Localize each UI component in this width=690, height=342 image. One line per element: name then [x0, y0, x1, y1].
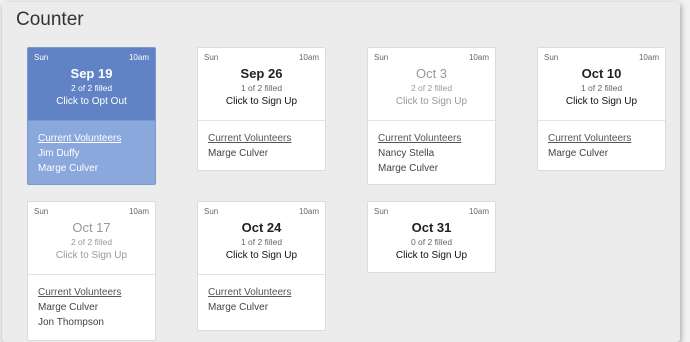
volunteer-name: Marge Culver: [38, 163, 99, 174]
shift-time: 10am: [638, 53, 659, 62]
shift-date: Oct 3: [415, 66, 448, 81]
shift-date: Oct 17: [72, 220, 111, 235]
shift-card-sep-26[interactable]: Sun 10am Sep 26 1 of 2 filled Click to S…: [197, 47, 326, 171]
volunteers-heading: Current Volunteers: [378, 133, 462, 144]
shift-day: Sun: [374, 207, 389, 216]
shift-filled-count: 1 of 2 filled: [240, 83, 283, 93]
volunteers-heading: Current Volunteers: [208, 133, 292, 144]
shift-filled-count: 2 of 2 filled: [70, 237, 113, 247]
shift-time: 10am: [128, 53, 149, 62]
volunteers-heading: Current Volunteers: [38, 133, 122, 144]
shift-day: Sun: [544, 53, 559, 62]
volunteer-name: Jim Duffy: [38, 148, 80, 159]
shift-card-oct-24[interactable]: Sun 10am Oct 24 1 of 2 filled Click to S…: [197, 201, 326, 331]
shift-date: Sep 26: [240, 66, 283, 81]
opt-out-link[interactable]: Click to Opt Out: [28, 96, 155, 107]
shift-day: Sun: [204, 207, 219, 216]
shift-time: 10am: [128, 207, 149, 216]
sign-up-link[interactable]: Click to Sign Up: [198, 96, 325, 107]
volunteer-list: Current Volunteers Marge Culver: [538, 121, 665, 161]
shift-date: Sep 19: [70, 66, 113, 81]
sign-up-link[interactable]: Click to Sign Up: [368, 96, 495, 107]
volunteer-list: Current Volunteers Marge Culver: [198, 275, 325, 315]
volunteer-name: Marge Culver: [208, 148, 269, 159]
shift-time: 10am: [298, 207, 319, 216]
shift-card-header: Sun 10am Sep 19 2 of 2 filled Click to O…: [28, 48, 155, 121]
volunteer-name: Jon Thompson: [38, 317, 104, 328]
volunteers-heading: Current Volunteers: [548, 133, 632, 144]
shift-day: Sun: [34, 53, 49, 62]
shift-card-header: Sun 10am Oct 10 1 of 2 filled Click to S…: [538, 48, 665, 121]
volunteer-name: Marge Culver: [208, 302, 269, 313]
sign-up-link[interactable]: Click to Sign Up: [28, 250, 155, 261]
volunteer-name: Marge Culver: [378, 163, 439, 174]
volunteer-name: Marge Culver: [38, 302, 99, 313]
shift-day: Sun: [204, 53, 219, 62]
shift-date: Oct 31: [411, 220, 452, 235]
page-title: Counter: [16, 9, 84, 30]
shift-time: 10am: [468, 53, 489, 62]
sign-up-link[interactable]: Click to Sign Up: [538, 96, 665, 107]
shift-filled-count: 2 of 2 filled: [410, 83, 453, 93]
shift-card-header: Sun 10am Oct 31 0 of 2 filled Click to S…: [368, 202, 495, 274]
counter-panel: Counter Sun 10am Sep 19 2 of 2 filled Cl…: [2, 2, 680, 342]
shift-time: 10am: [468, 207, 489, 216]
shift-date: Oct 24: [241, 220, 282, 235]
shift-filled-count: 1 of 2 filled: [240, 237, 283, 247]
sign-up-link[interactable]: Click to Sign Up: [198, 250, 325, 261]
shift-card-oct-17[interactable]: Sun 10am Oct 17 2 of 2 filled Click to S…: [27, 201, 156, 341]
volunteer-list: Current Volunteers Nancy Stella Marge Cu…: [368, 121, 495, 176]
shift-date: Oct 10: [581, 66, 622, 81]
shift-filled-count: 1 of 2 filled: [580, 83, 623, 93]
volunteer-list: Current Volunteers Marge Culver: [198, 121, 325, 161]
shift-card-sep-19[interactable]: Sun 10am Sep 19 2 of 2 filled Click to O…: [27, 47, 156, 185]
shift-card-header: Sun 10am Oct 17 2 of 2 filled Click to S…: [28, 202, 155, 275]
volunteer-name: Nancy Stella: [378, 148, 435, 159]
shift-day: Sun: [34, 207, 49, 216]
shift-card-oct-31[interactable]: Sun 10am Oct 31 0 of 2 filled Click to S…: [367, 201, 496, 273]
sign-up-link[interactable]: Click to Sign Up: [368, 250, 495, 261]
shift-filled-count: 0 of 2 filled: [410, 237, 453, 247]
shift-card-oct-10[interactable]: Sun 10am Oct 10 1 of 2 filled Click to S…: [537, 47, 666, 171]
shift-filled-count: 2 of 2 filled: [70, 83, 113, 93]
shift-day: Sun: [374, 53, 389, 62]
volunteer-name: Marge Culver: [548, 148, 609, 159]
shift-card-oct-3[interactable]: Sun 10am Oct 3 2 of 2 filled Click to Si…: [367, 47, 496, 185]
shift-time: 10am: [298, 53, 319, 62]
shift-card-header: Sun 10am Oct 3 2 of 2 filled Click to Si…: [368, 48, 495, 121]
volunteer-list: Current Volunteers Marge Culver Jon Thom…: [28, 275, 155, 330]
shift-card-header: Sun 10am Sep 26 1 of 2 filled Click to S…: [198, 48, 325, 121]
volunteers-heading: Current Volunteers: [38, 287, 122, 298]
volunteer-list: Current Volunteers Jim Duffy Marge Culve…: [28, 121, 155, 176]
shift-card-header: Sun 10am Oct 24 1 of 2 filled Click to S…: [198, 202, 325, 275]
volunteers-heading: Current Volunteers: [208, 287, 292, 298]
